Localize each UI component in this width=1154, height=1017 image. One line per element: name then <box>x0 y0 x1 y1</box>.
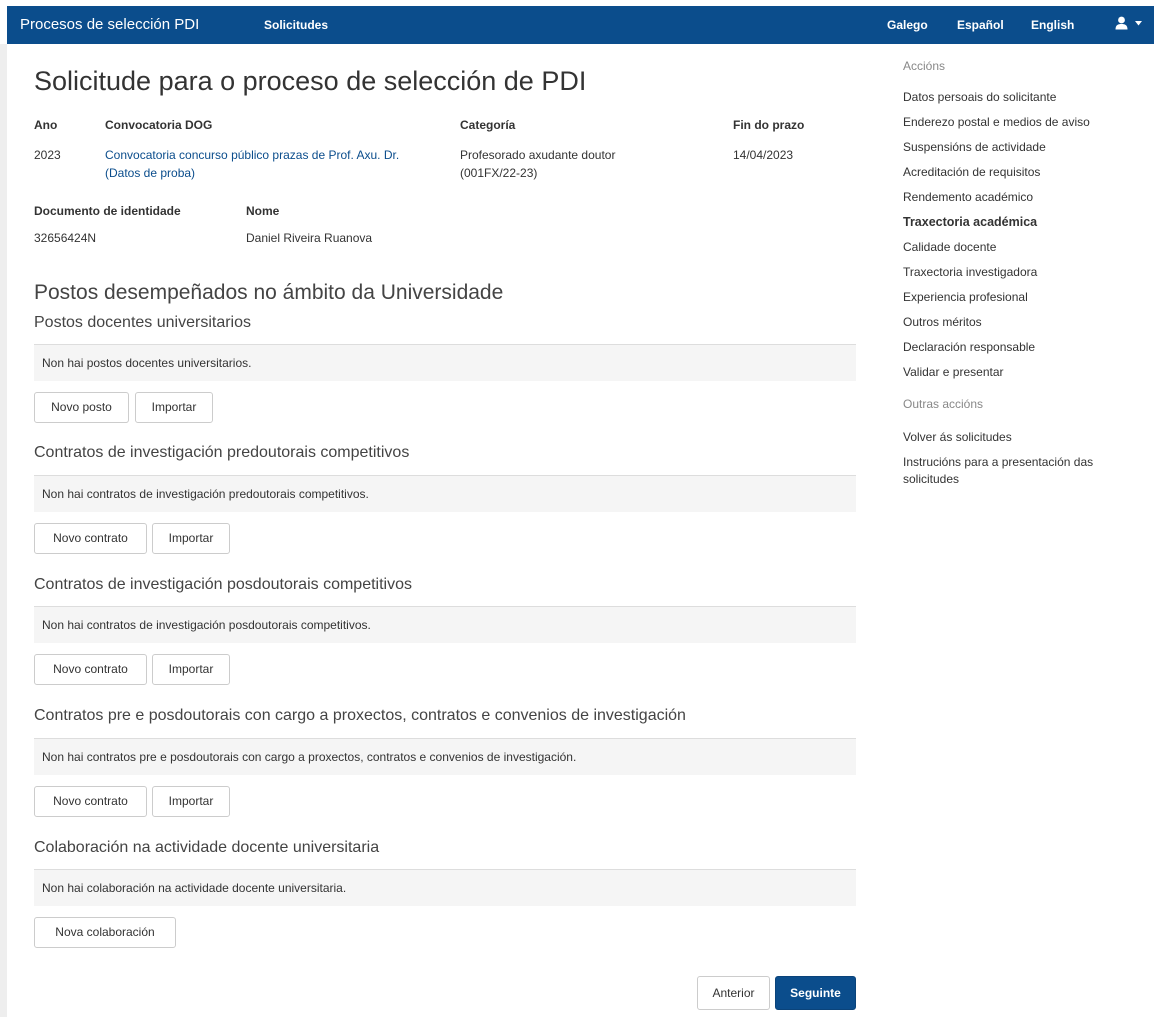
sidebar-item-validar[interactable]: Validar e presentar <box>903 364 1004 381</box>
subsection-colab-title: Colaboración na actividade docente unive… <box>34 839 380 856</box>
novo-posto-button[interactable]: Novo posto <box>34 392 129 423</box>
nome-value: Daniel Riveira Ruanova <box>246 231 373 245</box>
subsection-cargo-title: Contratos pre e posdoutorais con cargo a… <box>34 707 686 724</box>
page-title: Solicitude para o proceso de selección d… <box>34 66 587 96</box>
sidebar-item-outros-meritos[interactable]: Outros méritos <box>903 314 982 331</box>
sidebar-item-volver[interactable]: Volver ás solicitudes <box>903 429 1012 446</box>
fin-prazo-label: Fin do prazo <box>733 118 805 132</box>
sidebar-item-declaracion[interactable]: Declaración responsable <box>903 339 1035 356</box>
sidebar-item-experiencia[interactable]: Experiencia profesional <box>903 289 1028 306</box>
lang-espanol[interactable]: Español <box>957 18 1004 32</box>
convocatoria-label: Convocatoria DOG <box>105 118 213 132</box>
novo-contrato-cargo-button[interactable]: Novo contrato <box>34 786 147 817</box>
subsection-postos-title: Postos docentes universitarios <box>34 314 251 331</box>
lang-galego[interactable]: Galego <box>887 18 928 32</box>
categoria-label: Categoría <box>460 118 516 132</box>
sidebar-item-acreditacion[interactable]: Acreditación de requisitos <box>903 164 1040 181</box>
sidebar-item-traxectoria-academica[interactable]: Traxectoria académica <box>903 214 1037 231</box>
categoria-value: Profesorado axudante doutor (001FX/22-23… <box>460 148 616 180</box>
sidebar-item-calidade-docente[interactable]: Calidade docente <box>903 239 996 256</box>
convocatoria-link[interactable]: Convocatoria concurso público prazas de … <box>105 146 435 182</box>
lang-english[interactable]: English <box>1031 18 1074 32</box>
left-edge-strip <box>0 44 7 1017</box>
seguinte-button[interactable]: Seguinte <box>775 976 856 1010</box>
sidebar-item-suspensions[interactable]: Suspensións de actividade <box>903 139 1046 156</box>
fin-prazo-value: 14/04/2023 <box>733 148 794 162</box>
posdoc-empty-message: Non hai contratos de investigación posdo… <box>34 606 856 643</box>
sidebar-item-enderezo[interactable]: Enderezo postal e medios de aviso <box>903 114 1090 131</box>
user-menu[interactable] <box>1115 15 1142 31</box>
importar-cargo-button[interactable]: Importar <box>152 786 230 817</box>
sidebar-item-instrucions[interactable]: Instrucións para a presentación das soli… <box>903 454 1138 488</box>
importar-postos-button[interactable]: Importar <box>135 392 213 423</box>
importar-predoc-button[interactable]: Importar <box>152 523 230 554</box>
accions-heading: Accións <box>903 59 946 73</box>
documento-value: 32656424N <box>34 231 97 245</box>
sidebar-item-traxectoria-investigadora[interactable]: Traxectoria investigadora <box>903 264 1037 281</box>
ano-label: Ano <box>34 118 58 132</box>
sidebar-item-datos-persoais[interactable]: Datos persoais do solicitante <box>903 89 1056 106</box>
nova-colaboracion-button[interactable]: Nova colaboración <box>34 917 176 948</box>
sidebar-item-rendemento[interactable]: Rendemento académico <box>903 189 1033 206</box>
section-title: Postos desempeñados no ámbito da Univers… <box>34 281 504 304</box>
predoc-empty-message: Non hai contratos de investigación predo… <box>34 475 856 512</box>
app-brand[interactable]: Procesos de selección PDI <box>20 16 199 33</box>
importar-posdoc-button[interactable]: Importar <box>152 654 230 685</box>
ano-value: 2023 <box>34 148 61 162</box>
top-navbar: Procesos de selección PDI Solicitudes Ga… <box>7 6 1154 44</box>
caret-down-icon <box>1134 21 1142 26</box>
nome-label: Nome <box>246 204 280 218</box>
novo-contrato-predoc-button[interactable]: Novo contrato <box>34 523 147 554</box>
anterior-button[interactable]: Anterior <box>697 976 770 1010</box>
documento-label: Documento de identidade <box>34 204 181 218</box>
subsection-posdoc-title: Contratos de investigación posdoutorais … <box>34 576 412 593</box>
colab-empty-message: Non hai colaboración na actividade docen… <box>34 869 856 906</box>
user-icon <box>1115 16 1128 30</box>
novo-contrato-posdoc-button[interactable]: Novo contrato <box>34 654 147 685</box>
outras-accions-heading: Outras accións <box>903 397 984 411</box>
subsection-predoc-title: Contratos de investigación predoutorais … <box>34 444 410 461</box>
cargo-empty-message: Non hai contratos pre e posdoutorais con… <box>34 738 856 775</box>
postos-empty-message: Non hai postos docentes universitarios. <box>34 344 856 381</box>
nav-solicitudes[interactable]: Solicitudes <box>264 18 328 32</box>
